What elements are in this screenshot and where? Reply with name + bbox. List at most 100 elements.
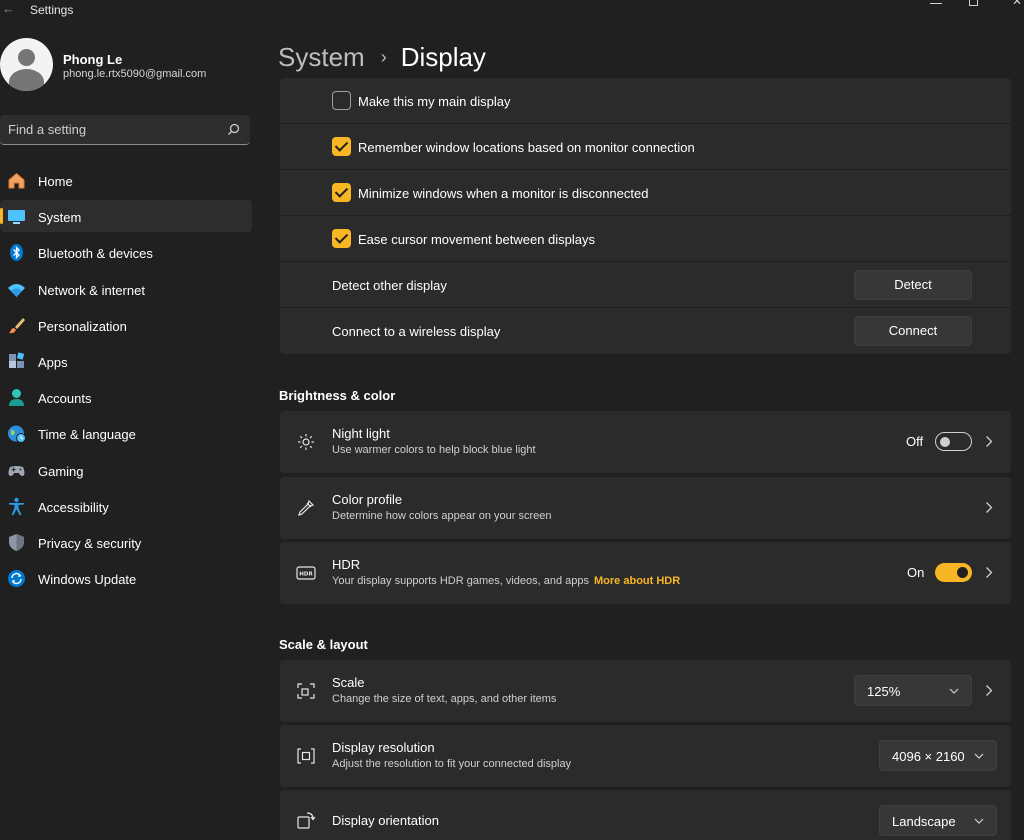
- remember-locations-row[interactable]: Remember window locations based on monit…: [280, 124, 1011, 170]
- remember-locations-label: Remember window locations based on monit…: [358, 140, 695, 155]
- section-title-scale-layout: Scale & layout: [279, 637, 368, 652]
- sidebar-item-label: Bluetooth & devices: [38, 246, 153, 262]
- search-icon[interactable]: [227, 123, 240, 136]
- detect-display-row: Detect other display Detect: [280, 262, 1011, 308]
- sidebar-item-network[interactable]: Network & internet: [0, 273, 252, 305]
- sidebar-item-gaming[interactable]: Gaming: [0, 454, 252, 486]
- main-display-row[interactable]: Make this my main display: [280, 78, 1011, 124]
- connect-button[interactable]: Connect: [854, 316, 972, 346]
- shield-icon: [9, 533, 24, 551]
- update-icon: [8, 570, 25, 588]
- sidebar-item-bluetooth[interactable]: Bluetooth & devices: [0, 236, 252, 268]
- orientation-title: Display orientation: [332, 813, 439, 828]
- hdr-title: HDR: [332, 557, 361, 572]
- page-title: Display: [400, 41, 486, 72]
- sidebar-item-windows-update[interactable]: Windows Update: [0, 562, 252, 594]
- night-light-title: Night light: [332, 426, 390, 441]
- breadcrumb: System › Display: [278, 40, 486, 74]
- title-bar: ← Settings ✕: [0, 0, 1024, 20]
- back-arrow-icon[interactable]: ←: [2, 1, 15, 16]
- ease-cursor-checkbox[interactable]: [332, 229, 351, 248]
- scale-subtitle: Change the size of text, apps, and other…: [332, 693, 557, 705]
- svg-text:HDR: HDR: [299, 572, 313, 578]
- maximize-button[interactable]: [969, 0, 978, 6]
- sidebar-item-privacy[interactable]: Privacy & security: [0, 526, 252, 558]
- sidebar-item-label: System: [38, 210, 82, 226]
- hdr-state: On: [907, 565, 925, 580]
- sidebar-item-apps[interactable]: Apps: [0, 345, 252, 377]
- sidebar-item-label: Windows Update: [38, 572, 137, 588]
- night-light-state: Off: [906, 434, 924, 449]
- sidebar-item-personalization[interactable]: Personalization: [0, 309, 252, 341]
- night-light-toggle[interactable]: [935, 432, 972, 451]
- scale-icon: [297, 683, 315, 699]
- search-input[interactable]: [8, 115, 218, 144]
- sidebar-item-label: Home: [38, 174, 73, 189]
- sidebar-item-label: Network & internet: [38, 282, 145, 298]
- night-light-card[interactable]: Night light Use warmer colors to help bl…: [280, 411, 1011, 473]
- orientation-dropdown[interactable]: Landscape: [879, 805, 997, 836]
- chevron-right-icon[interactable]: [985, 566, 993, 579]
- home-icon: [8, 172, 25, 189]
- sidebar-item-accessibility[interactable]: Accessibility: [0, 490, 252, 522]
- globe-icon: [8, 425, 26, 444]
- active-indicator: [0, 208, 3, 225]
- display-orientation-card: Display orientation Landscape: [280, 790, 1011, 840]
- chevron-down-icon: [949, 688, 959, 694]
- hdr-icon: HDR: [296, 566, 316, 580]
- resolution-icon: [297, 748, 315, 764]
- sidebar-item-home[interactable]: Home: [0, 164, 252, 196]
- accessibility-icon: [9, 497, 24, 515]
- detect-display-label: Detect other display: [332, 278, 447, 293]
- color-profile-card[interactable]: Color profile Determine how colors appea…: [280, 477, 1011, 539]
- close-button[interactable]: ✕: [1012, 0, 1022, 7]
- minimize-windows-row[interactable]: Minimize windows when a monitor is disco…: [280, 170, 1011, 216]
- section-title-brightness: Brightness & color: [279, 388, 396, 403]
- chevron-right-icon[interactable]: [985, 684, 993, 697]
- sidebar-item-system[interactable]: System: [0, 200, 252, 233]
- sidebar-nav: Home System Bluetooth & devices Network …: [0, 164, 252, 598]
- resolution-dropdown[interactable]: 4096 × 2160: [879, 740, 997, 771]
- sidebar-item-label: Time & language: [38, 427, 136, 443]
- color-profile-subtitle: Determine how colors appear on your scre…: [332, 510, 552, 522]
- ease-cursor-row[interactable]: Ease cursor movement between displays: [280, 216, 1011, 262]
- color-profile-title: Color profile: [332, 492, 403, 507]
- main-display-checkbox[interactable]: [332, 91, 351, 110]
- breadcrumb-parent[interactable]: System: [278, 42, 365, 73]
- apps-icon: [9, 352, 25, 368]
- chevron-right-icon[interactable]: [985, 435, 993, 448]
- night-light-subtitle: Use warmer colors to help block blue lig…: [332, 444, 536, 456]
- scale-title: Scale: [332, 675, 365, 690]
- brightness-icon: [298, 434, 314, 450]
- ease-cursor-label: Ease cursor movement between displays: [358, 232, 596, 247]
- sidebar-item-label: Privacy & security: [38, 535, 142, 551]
- chevron-right-icon[interactable]: [985, 501, 993, 514]
- person-icon: [9, 389, 24, 407]
- hdr-toggle[interactable]: [935, 563, 972, 582]
- sidebar-item-accounts[interactable]: Accounts: [0, 381, 252, 413]
- hdr-card[interactable]: HDR HDR Your display supports HDR games,…: [280, 542, 1011, 604]
- main-display-label: Make this my main display: [358, 94, 511, 109]
- system-icon: [8, 210, 25, 225]
- scale-value: 125%: [867, 684, 901, 699]
- scale-card[interactable]: Scale Change the size of text, apps, and…: [280, 660, 1011, 722]
- sidebar-item-label: Apps: [38, 354, 68, 370]
- scale-dropdown[interactable]: 125%: [854, 675, 972, 706]
- sidebar-item-time-language[interactable]: Time & language: [0, 417, 252, 449]
- wifi-icon: [8, 283, 25, 297]
- minimize-button[interactable]: [930, 2, 942, 4]
- minimize-windows-checkbox[interactable]: [332, 183, 351, 202]
- controller-icon: [8, 465, 25, 476]
- hdr-subtitle: Your display supports HDR games, videos,…: [332, 575, 680, 587]
- resolution-subtitle: Adjust the resolution to fit your connec…: [332, 758, 572, 770]
- window-title: Settings: [30, 3, 74, 17]
- eyedropper-icon: [298, 499, 315, 516]
- chevron-right-icon: ›: [380, 46, 387, 67]
- brush-icon: [9, 317, 25, 333]
- remember-locations-checkbox[interactable]: [332, 137, 351, 156]
- more-about-hdr-link[interactable]: More about HDR: [594, 575, 680, 587]
- multiple-displays-group: Make this my main display Remember windo…: [280, 78, 1011, 354]
- user-profile[interactable]: Phong Le phong.le.rtx5090@gmail.com: [0, 38, 260, 94]
- detect-button[interactable]: Detect: [854, 270, 972, 300]
- sidebar-item-label: Gaming: [38, 463, 84, 479]
